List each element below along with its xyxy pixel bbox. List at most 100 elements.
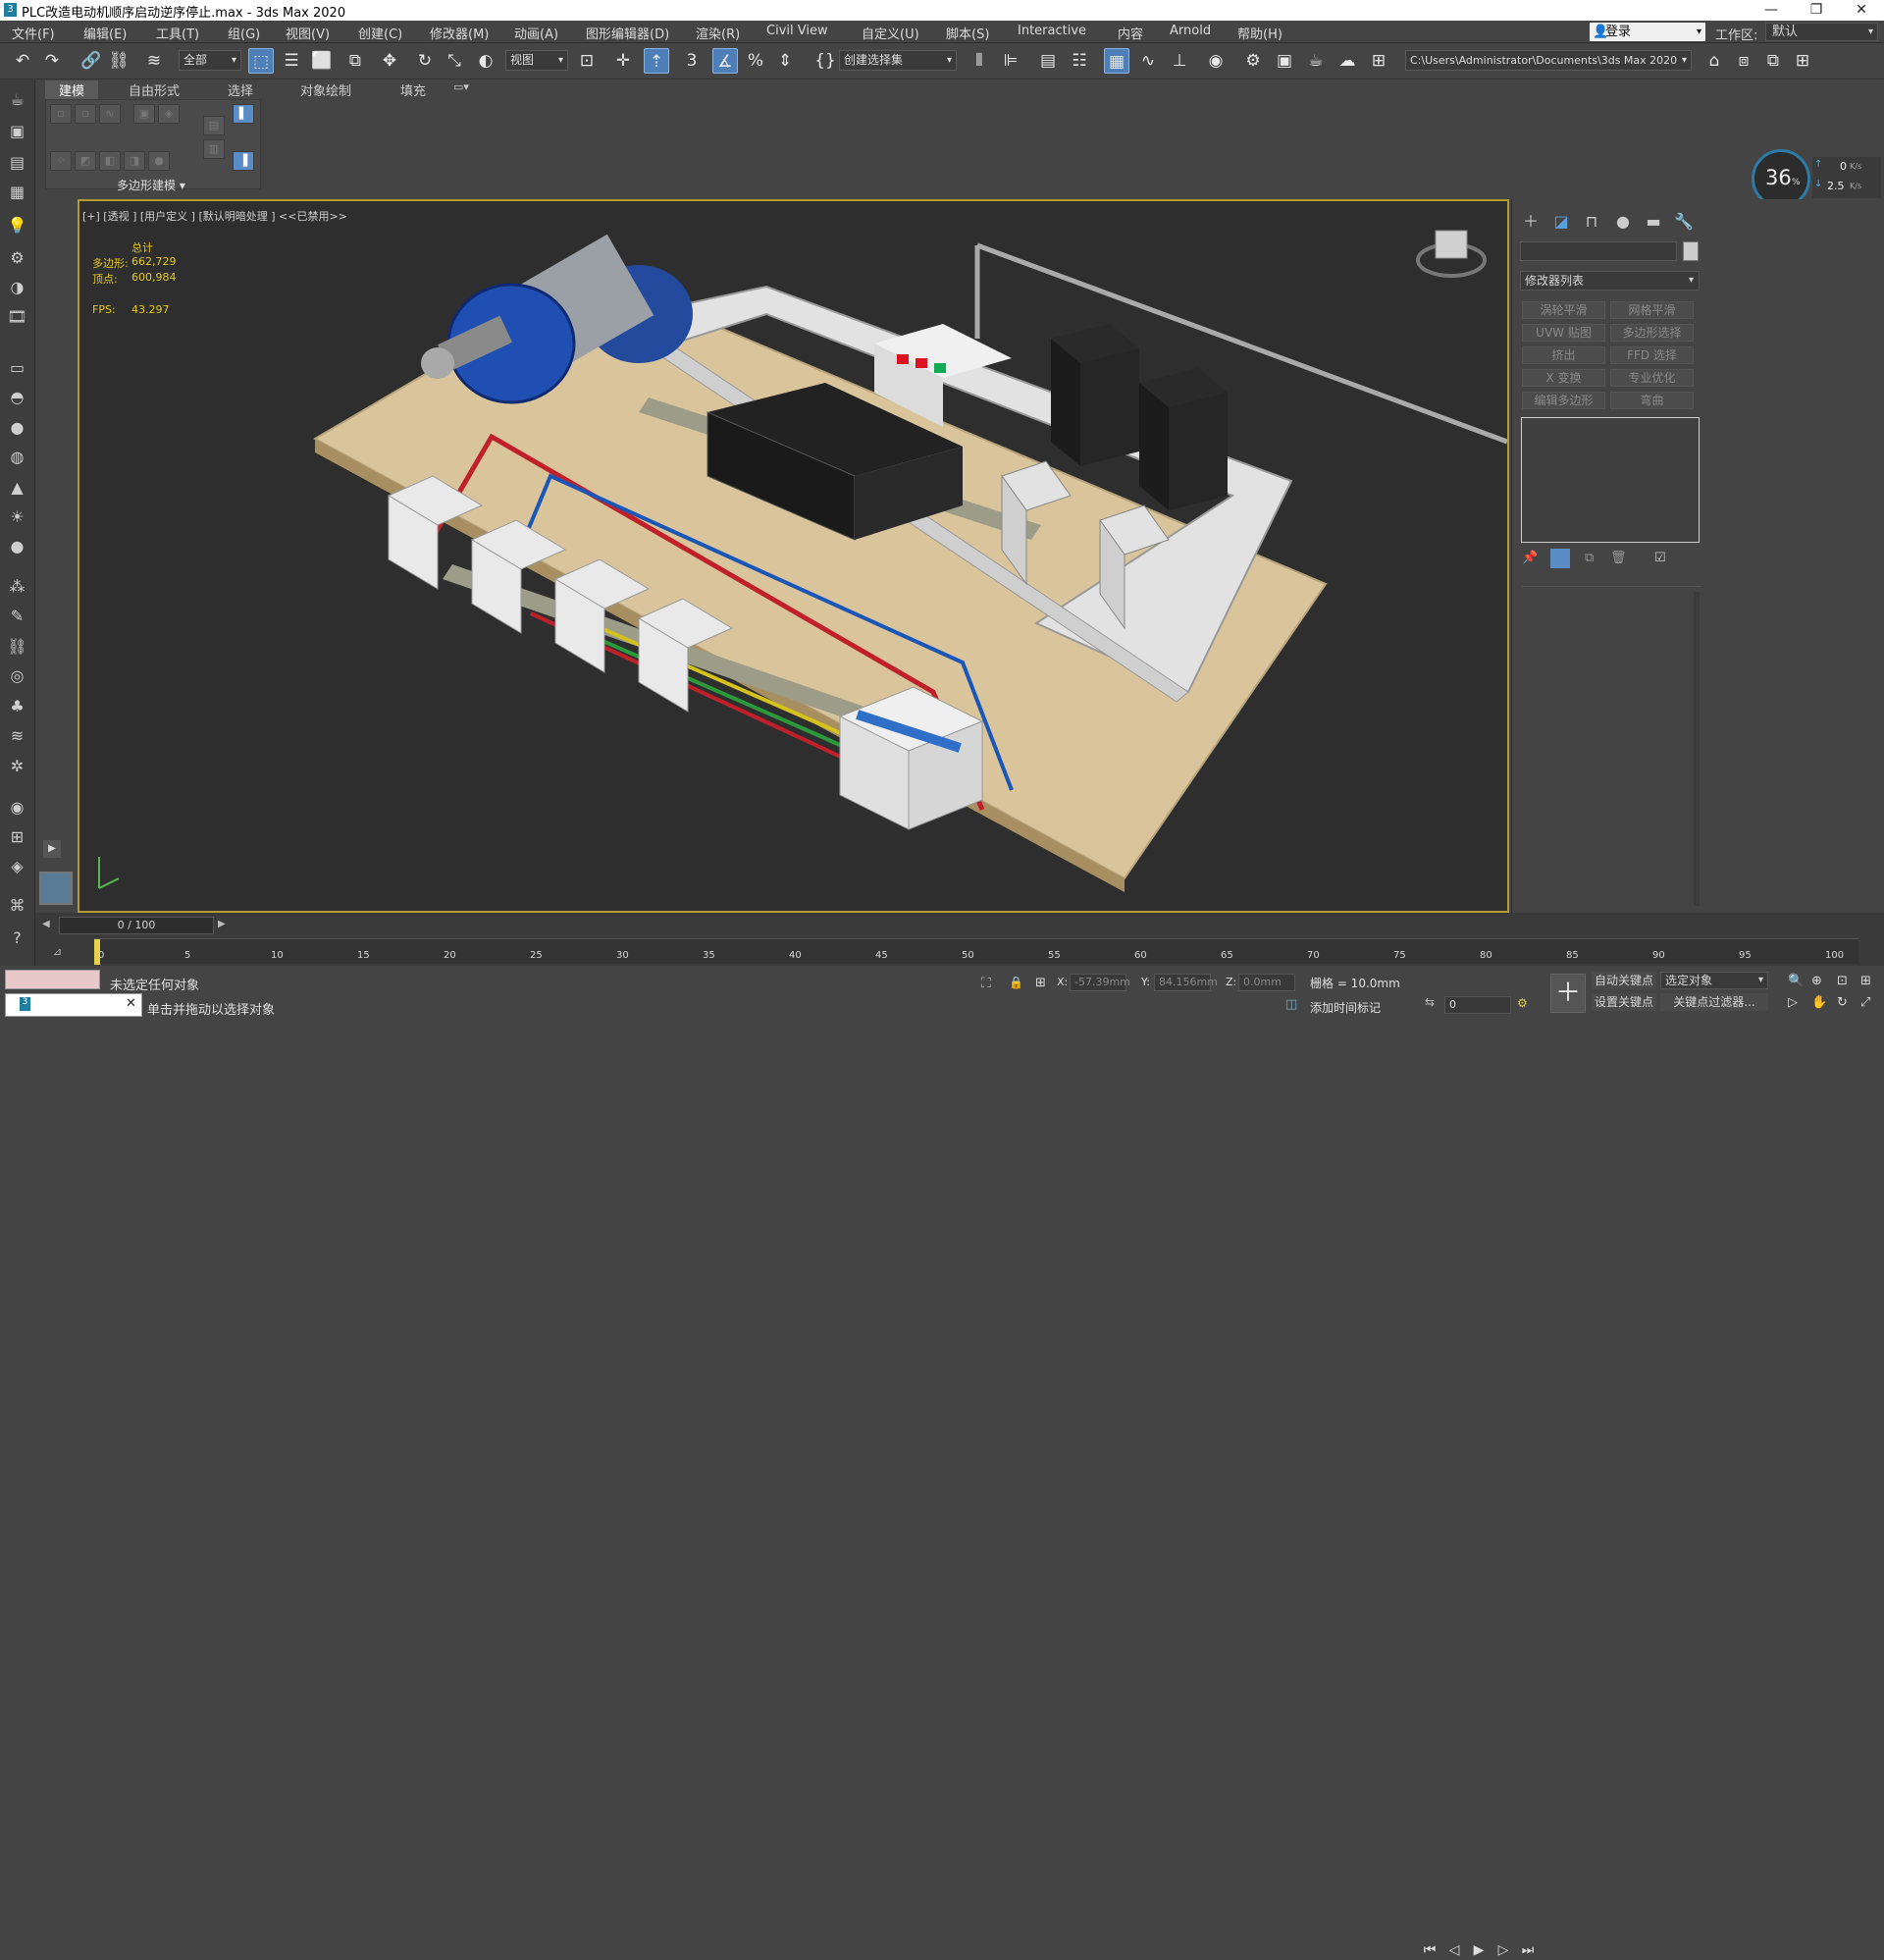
create-tab-icon[interactable]: ＋ [1518,210,1544,234]
rendered-frame-icon[interactable]: ▣ [1272,48,1297,74]
cloth-icon[interactable]: ✲ [4,755,30,778]
set-key-icon[interactable]: ＋ [1550,974,1586,1013]
node-icon[interactable]: ⊞ [4,825,30,849]
plant-icon[interactable]: ♣ [4,695,30,718]
curve-editor-icon[interactable]: ∿ [1135,48,1161,74]
tab-populate[interactable]: 填充 [400,80,426,99]
prev-modifier-icon[interactable]: ▫ [50,104,72,124]
layer-icon[interactable]: ▤ [4,151,30,175]
asset-tracking-icon[interactable]: ⧈ [1731,48,1756,74]
set-project-icon[interactable]: ⌂ [1701,48,1727,74]
border-mode-icon[interactable]: ◧ [99,151,121,171]
reference-coord-dropdown[interactable]: 视图 [505,50,568,71]
cone-icon[interactable]: ▲ [4,476,30,500]
mod-uvw-map-button[interactable]: UVW 贴图 [1522,324,1605,342]
window-crossing-icon[interactable]: ⧉ [342,48,368,74]
close-icon[interactable]: ✕ [126,996,136,1011]
keyboard-shortcut-override-icon[interactable]: ⇡ [644,48,669,74]
zoom-icon[interactable]: 🔍 [1788,974,1804,988]
time-config-icon[interactable]: ⚙ [1517,996,1528,1010]
placement-icon[interactable]: ◐ [473,48,498,74]
menu-help[interactable]: 帮助(H) [1237,24,1282,42]
edge-mode-icon[interactable]: ◩ [75,151,96,171]
zoom-all-icon[interactable]: ⊕ [1811,974,1822,988]
swift-loop-icon[interactable]: ▥ [203,139,225,159]
mod-xform-button[interactable]: X 变换 [1522,369,1605,387]
field-of-view-icon[interactable]: ▷ [1788,995,1798,1010]
tab-freeform[interactable]: 自由形式 [129,80,180,99]
time-tag-icon[interactable]: ◫ [1285,997,1297,1012]
next-key-icon[interactable]: ▷ [1493,1940,1513,1960]
paint-icon[interactable]: ✎ [4,605,30,628]
show-end-result-icon[interactable] [1550,549,1570,568]
angle-snap-icon[interactable]: ∡ [712,48,738,74]
render-iterative-icon[interactable]: ⊞ [1366,48,1391,74]
vertex-mode-icon[interactable]: ⁘ [50,151,72,171]
mod-pro-optimizer-button[interactable]: 专业优化 [1610,369,1694,387]
ribbon-options-icon[interactable]: ▭▾ [453,80,469,93]
rotate-icon[interactable]: ↻ [412,48,438,74]
undo-icon[interactable]: ↶ [10,48,35,74]
menu-rendering[interactable]: 渲染(R) [696,24,740,42]
menu-civil-view[interactable]: Civil View [766,24,828,38]
view-cube[interactable] [1418,228,1492,287]
workspace-dropdown[interactable]: 默认 ▾ [1765,23,1878,41]
key-target-dropdown[interactable]: 选定对象 ▾ [1660,972,1768,989]
light-bulb-icon[interactable]: 💡 [4,214,30,238]
show-result-icon[interactable]: ▤ [203,116,225,135]
tab-modeling[interactable]: 建模 [45,80,99,99]
moon-icon[interactable]: ● [4,535,30,558]
auto-key-button[interactable]: 自动关键点 [1592,972,1656,989]
mod-poly-select-button[interactable]: 多边形选择 [1610,324,1694,342]
select-manipulate-icon[interactable]: ✛ [610,48,636,74]
minimize-button[interactable]: — [1749,0,1794,21]
viewport-layout-icon[interactable] [39,872,73,905]
render-cloud-icon[interactable]: ☁ [1334,48,1360,74]
menu-file[interactable]: 文件(F) [12,24,55,42]
maxscript-input[interactable]: 3 ✕ [5,993,142,1017]
menu-view[interactable]: 视图(V) [286,24,330,42]
redo-icon[interactable]: ↷ [39,48,65,74]
zoom-extents-icon[interactable]: ⊡ [1837,974,1848,988]
rig-icon[interactable]: ⛓ [4,635,30,659]
material-icon[interactable]: ◈ [4,855,30,878]
mod-turbosmooth-button[interactable]: 涡轮平滑 [1522,301,1605,319]
plane-primitive-icon[interactable]: ▭ [4,356,30,380]
geosphere-icon[interactable]: ◍ [4,446,30,469]
sphere-shaded-icon[interactable]: ◉ [4,796,30,820]
rect-selection-icon[interactable]: ⬜ [309,48,335,74]
orbit-icon[interactable]: ↻ [1837,995,1848,1010]
menu-scripting[interactable]: 脚本(S) [946,24,989,42]
menu-group[interactable]: 组(G) [228,24,260,42]
expand-arrow-icon[interactable]: ▶ [43,840,61,858]
menu-arnold[interactable]: Arnold [1170,24,1211,38]
goto-end-icon[interactable]: ⏭ [1518,1940,1538,1960]
film-icon[interactable]: 🎞 [4,305,30,329]
collapse-stack-icon[interactable]: ◈ [158,104,180,124]
menu-interactive[interactable]: Interactive [1018,24,1086,38]
pan-icon[interactable]: ✋ [1811,995,1827,1010]
menu-animation[interactable]: 动画(A) [514,24,558,42]
toggle-ribbon-icon[interactable]: ▦ [1104,48,1129,74]
display-tab-icon[interactable]: ▬ [1641,210,1666,234]
open-project-icon[interactable]: ⊞ [1790,48,1815,74]
render-setup-icon[interactable]: ⚙ [1240,48,1266,74]
zoom-extents-all-icon[interactable]: ⊞ [1860,974,1871,988]
scene-explorer-icon[interactable]: ▣ [4,120,30,143]
project-folder-icon[interactable]: ⧉ [1760,48,1786,74]
motion-tab-icon[interactable]: ● [1610,210,1636,234]
mod-edit-poly-button[interactable]: 编辑多边形 [1522,392,1605,409]
object-color-swatch[interactable] [1683,241,1699,261]
named-selection-dropdown[interactable]: 创建选择集 [839,50,957,71]
grid-fx-icon[interactable]: ⁂ [4,575,30,599]
modify-tab-icon[interactable]: ◪ [1548,210,1574,234]
viewport-label[interactable]: [+] [透视 ] [用户定义 ] [默认明暗处理 ] <<已禁用>> [82,208,347,224]
teapot-icon[interactable]: ☕ [4,88,30,112]
make-unique-icon[interactable]: ⧉ [1585,551,1594,565]
mod-ffd-select-button[interactable]: FFD 选择 [1610,346,1694,364]
pivot-center-icon[interactable]: ⊡ [574,48,600,74]
edit-poly-icon[interactable]: ▣ [133,104,155,124]
material-editor-icon[interactable]: ◉ [1203,48,1229,74]
render-production-icon[interactable]: ☕ [1303,48,1329,74]
panel-scrollbar[interactable] [1694,592,1700,906]
